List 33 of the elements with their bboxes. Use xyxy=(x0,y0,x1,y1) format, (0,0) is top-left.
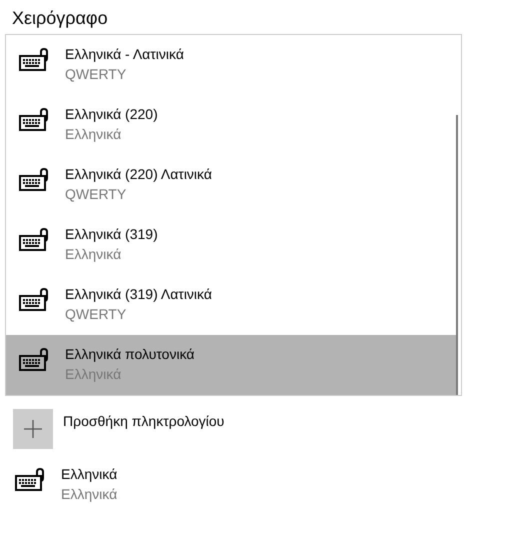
keyboard-name: Ελληνικά (319) Λατινικά xyxy=(65,285,212,304)
keyboard-item[interactable]: Ελληνικά πολυτονικά Ελληνικά xyxy=(6,335,457,395)
keyboard-icon xyxy=(19,108,51,132)
keyboard-item[interactable]: Ελληνικά (220) Ελληνικά xyxy=(6,95,457,155)
keyboard-name: Ελληνικά (220) xyxy=(65,105,158,124)
keyboard-icon xyxy=(19,288,51,312)
keyboard-name: Ελληνικά (220) Λατινικά xyxy=(65,165,212,184)
keyboard-item[interactable]: Ελληνικά (220) Λατινικά QWERTY xyxy=(6,155,457,215)
keyboard-item[interactable]: Ελληνικά - Λατινικά QWERTY xyxy=(6,35,457,95)
keyboard-name: Ελληνικά xyxy=(61,465,118,484)
section-title: Χειρόγραφο xyxy=(11,7,109,30)
keyboard-item[interactable]: Ελληνικά (319) Λατινικά QWERTY xyxy=(6,275,457,335)
keyboard-layout: QWERTY xyxy=(65,185,128,204)
plus-icon xyxy=(24,420,42,438)
keyboard-name: Ελληνικά - Λατινικά xyxy=(65,45,184,64)
keyboard-icon xyxy=(19,168,51,192)
keyboard-layout: Ελληνικά xyxy=(61,485,118,504)
keyboard-icon xyxy=(19,48,51,72)
scrollbar[interactable] xyxy=(456,115,458,395)
keyboard-layout: Ελληνικά xyxy=(65,365,122,384)
keyboard-name: Ελληνικά (319) xyxy=(65,225,158,244)
keyboard-layout: Ελληνικά xyxy=(65,245,122,264)
add-keyboard-label[interactable]: Προσθήκη πληκτρολογίου xyxy=(63,409,224,431)
keyboard-layout: QWERTY xyxy=(65,305,128,324)
keyboard-layout: Ελληνικά xyxy=(65,125,122,144)
keyboard-icon xyxy=(19,228,51,252)
add-button[interactable] xyxy=(13,409,53,449)
keyboard-icon xyxy=(15,468,47,492)
keyboard-item[interactable]: Ελληνικά (319) Ελληνικά xyxy=(6,215,457,275)
keyboard-icon xyxy=(19,348,51,372)
installed-keyboard[interactable]: Ελληνικά Ελληνικά xyxy=(0,455,506,515)
keyboard-layout: QWERTY xyxy=(65,65,128,84)
keyboard-name: Ελληνικά πολυτονικά xyxy=(65,345,194,364)
